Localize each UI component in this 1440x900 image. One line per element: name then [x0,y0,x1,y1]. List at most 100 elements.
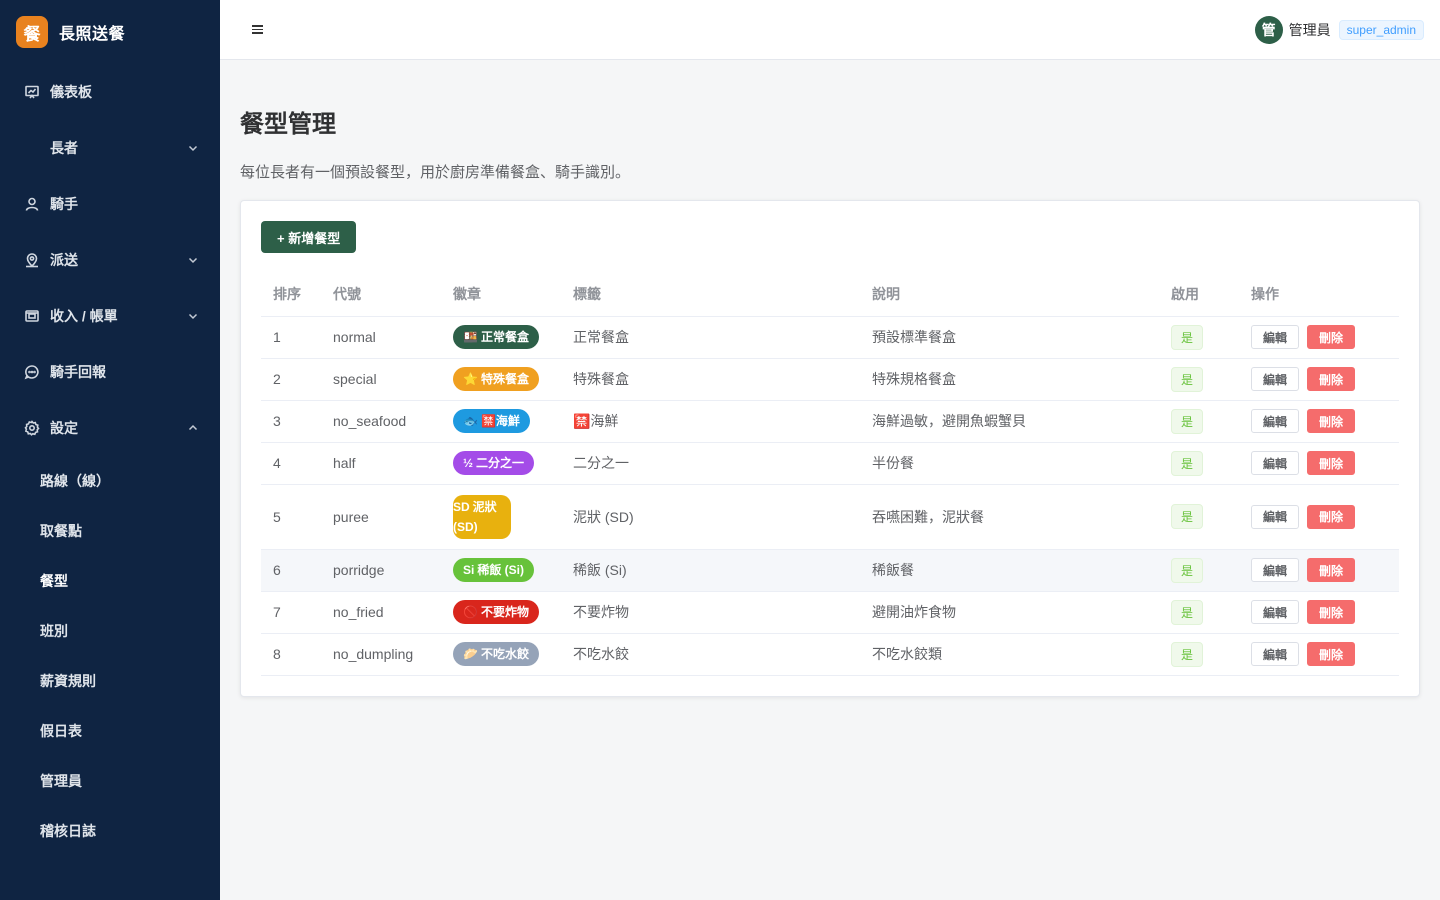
edit-button[interactable]: 編輯 [1251,367,1300,391]
badge-cell: ½ 二分之一 [441,442,561,485]
enabled-badge: 是 [1171,599,1204,625]
meal-type-badge: 🥟 不吃水餃 [453,642,539,666]
sidebar-subitem-admins[interactable]: 管理員 [0,756,220,806]
enabled-badge: 是 [1171,408,1204,434]
menu-toggle-icon[interactable] [252,25,266,34]
sidebar-item-rider-reports[interactable]: 騎手回報 [0,344,220,400]
label-cell: 不要炸物 [561,591,860,634]
enabled-badge: 是 [1171,450,1204,476]
order-cell: 3 [261,400,321,443]
top-header: 管 管理員 super_admin [220,0,1440,60]
edit-button[interactable]: 編輯 [1251,600,1300,624]
code-cell: half [321,442,441,485]
delete-button[interactable]: 刪除 [1307,600,1356,624]
table-row: 5 puree SD 泥狀 (SD) 泥狀 (SD) 吞嚥困難，泥狀餐是 編輯 刪除 [261,484,1399,550]
badge-text: 二分之一 [476,456,525,470]
delete-button[interactable]: 刪除 [1307,504,1356,529]
table-row: 1 normal 🍱 正常餐盒 正常餐盒 預設標準餐盒是編輯 刪除 [261,316,1399,359]
add-meal-type-button[interactable]: + 新增餐型 [261,221,357,253]
badge-text: 稀飯 (Si) [477,563,525,577]
sidebar-item-elders[interactable]: 長者 [0,120,220,176]
table-row: 2 special ⭐ 特殊餐盒 特殊餐盒 特殊規格餐盒是編輯 刪除 [261,358,1399,401]
page-description: 每位長者有一個預設餐型，用於廚房準備餐盒、騎手識別。 [240,164,631,181]
order-cell: 8 [261,633,321,676]
sidebar-subitem-meal-types[interactable]: 餐型 [0,556,220,606]
label-cell: 🈲海鮮 [561,400,860,443]
delete-button[interactable]: 刪除 [1307,325,1356,349]
enabled-badge: 是 [1171,324,1204,350]
table-row: 3 no_seafood 🐟 🈲海鮮 🈲海鮮 海鮮過敏，避開魚蝦蟹貝是編輯 刪除 [261,400,1399,443]
badge-cell: 🚫 不要炸物 [441,591,561,634]
meal-type-badge: 🐟 🈲海鮮 [453,409,530,433]
enabled-cell: 是 [1159,633,1239,676]
order-cell: 2 [261,358,321,401]
meal-types-table: 排序 代號 徽章 標籤 說明 啟用 操作 1 normal 🍱 正常餐盒 正常餐盒 預設標… [261,273,1399,676]
delete-button[interactable]: 刪除 [1307,451,1356,475]
edit-button[interactable]: 編輯 [1251,409,1300,433]
actions-cell: 編輯 刪除 [1239,358,1399,401]
table-row: 8 no_dumpling 🥟 不吃水餃 不吃水餃 不吃水餃類是編輯 刪除 [261,633,1399,676]
edit-button[interactable]: 編輯 [1251,642,1300,666]
description-cell: 海鮮過敏，避開魚蝦蟹貝 [860,400,1159,443]
sidebar-item-settings[interactable]: 設定 [0,400,220,456]
edit-button[interactable]: 編輯 [1251,451,1300,475]
meal-type-badge: 🚫 不要炸物 [453,600,539,624]
table-row: 7 no_fried 🚫 不要炸物 不要炸物 避開油炸食物是 編輯 刪除 [261,591,1399,634]
order-cell: 1 [261,316,321,359]
badge-cell: Si 稀飯 (Si) [441,549,561,592]
actions-cell: 編輯 刪除 [1239,549,1399,592]
code-cell: porridge [321,549,441,592]
sidebar-subitem-shifts[interactable]: 班別 [0,606,220,656]
badge-icon: 🥟 [463,647,478,661]
badge-cell: 🍱 正常餐盒 [441,316,561,359]
enabled-cell: 是 [1159,358,1239,401]
sidebar-item-label: 騎手回報 [50,364,106,380]
edit-button[interactable]: 編輯 [1251,504,1300,529]
badge-cell: ⭐ 特殊餐盒 [441,358,561,401]
sidebar-subitem-audit-log[interactable]: 稽核日誌 [0,806,220,856]
column-header-actions: 操作 [1239,273,1399,317]
actions-cell: 編輯 刪除 [1239,316,1399,359]
edit-button[interactable]: 編輯 [1251,558,1300,582]
badge-icon: 🐟 [463,414,478,428]
sidebar-subitem-routes[interactable]: 路線（線） [0,456,220,506]
actions-cell: 編輯 刪除 [1239,400,1399,443]
sidebar-item-billing[interactable]: 收入 / 帳單 [0,288,220,344]
sidebar-item-dashboard[interactable]: 儀表板 [0,64,220,120]
edit-button[interactable]: 編輯 [1251,325,1300,349]
badge-text: 特殊餐盒 [480,372,529,386]
role-badge: super_admin [1338,20,1424,40]
sidebar-subitem-pickup-points[interactable]: 取餐點 [0,506,220,556]
code-cell: puree [321,484,441,550]
page-title: 餐型管理 [240,111,336,138]
sidebar-item-label: 派送 [50,252,78,268]
meal-type-badge: ⭐ 特殊餐盒 [453,367,539,391]
sidebar-item-dispatch[interactable]: 派送 [0,232,220,288]
column-header-badge: 徽章 [441,273,561,317]
brand[interactable]: 餐 長照送餐 [0,0,220,64]
user-menu[interactable]: 管 管理員 super_admin [1254,16,1424,44]
avatar: 管 [1254,16,1283,44]
order-cell: 4 [261,442,321,485]
sidebar-item-label: 儀表板 [50,84,92,100]
table-row: 6 porridge Si 稀飯 (Si) 稀飯 (Si) 稀飯餐是編輯 刪除 [261,549,1399,592]
meal-type-badge: 🍱 正常餐盒 [453,325,539,349]
actions-cell: 編輯 刪除 [1239,484,1399,550]
order-cell: 7 [261,591,321,634]
dashboard-icon [24,84,40,100]
sidebar-subitem-salary-rules[interactable]: 薪資規則 [0,656,220,706]
description-cell: 避開油炸食物 [860,591,1159,634]
label-cell: 不吃水餃 [561,633,860,676]
delete-button[interactable]: 刪除 [1307,409,1356,433]
meal-type-badge: ½ 二分之一 [453,451,535,475]
delete-button[interactable]: 刪除 [1307,642,1356,666]
delete-button[interactable]: 刪除 [1307,558,1356,582]
badge-cell: SD 泥狀 (SD) [441,484,561,550]
code-cell: no_fried [321,591,441,634]
column-header-code: 代號 [321,273,441,317]
sidebar-item-riders[interactable]: 騎手 [0,176,220,232]
label-cell: 二分之一 [561,442,860,485]
delete-button[interactable]: 刪除 [1307,367,1356,391]
enabled-cell: 是 [1159,316,1239,359]
sidebar-subitem-holidays[interactable]: 假日表 [0,706,220,756]
